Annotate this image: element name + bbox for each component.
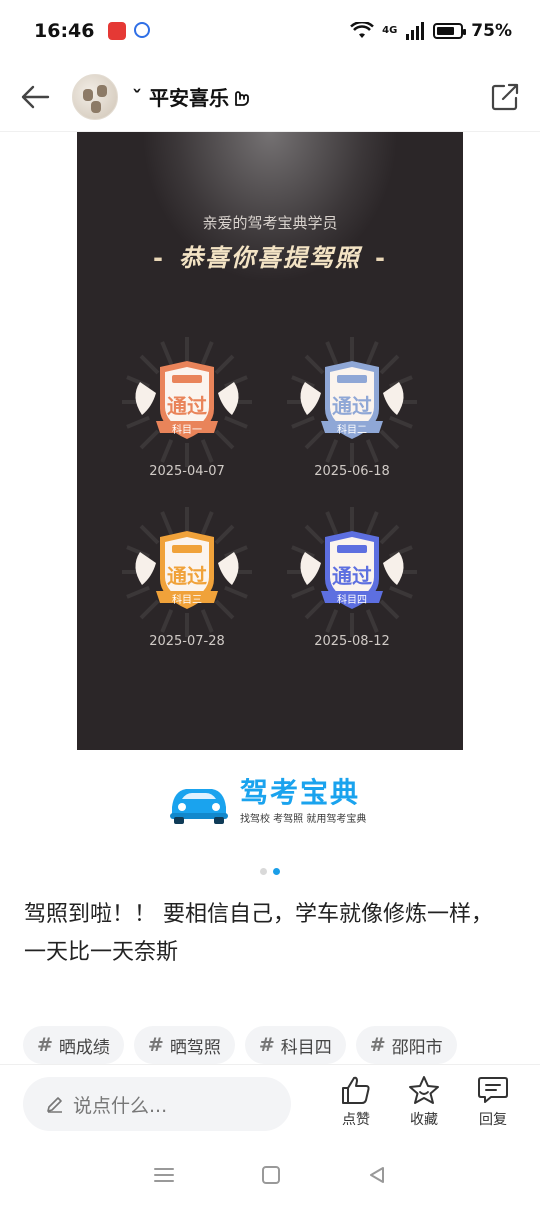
bottom-action-bar: 说点什么... 点赞 收藏 回复 — [0, 1064, 540, 1144]
back-nav-icon[interactable] — [367, 1165, 387, 1185]
like-button[interactable]: 点赞 — [331, 1075, 381, 1129]
badge-subject-1: 通过 科目一 — [122, 337, 252, 467]
badge-date: 2025-08-12 — [314, 634, 390, 649]
status-bar: 16:46 4G 75% — [0, 0, 540, 62]
brand-logo: 驾考宝典 找驾校 考驾照 就用驾考宝典 — [166, 774, 386, 828]
post-header: ˇ 平安喜乐 — [0, 62, 540, 132]
thumbs-up-icon — [342, 1076, 370, 1104]
arrow-left-icon — [21, 85, 50, 108]
badge-subject-label: 科目三 — [172, 595, 202, 606]
brand-name: 驾考宝典 — [240, 775, 361, 809]
star-icon — [409, 1076, 439, 1104]
post-image[interactable]: 亲爱的驾考宝典学员 -恭喜你喜提驾照- 通过 科目一 2025-04-07 — [77, 132, 463, 750]
badge-date: 2025-04-07 — [149, 464, 225, 479]
like-label: 点赞 — [342, 1112, 370, 1128]
app-notification-icon — [108, 22, 127, 40]
favorite-button[interactable]: 收藏 — [399, 1075, 449, 1129]
battery-level — [437, 27, 454, 35]
brand-slogan: 找驾校 考驾照 就用驾考宝典 — [240, 813, 367, 825]
share-button[interactable] — [488, 80, 522, 114]
tag-label: 晒成绩 — [58, 1037, 110, 1058]
title-dash-right: - — [375, 244, 387, 272]
post-content: 驾照到啦！！ 要相信自己，学车就像修炼一样，一天比一天奈斯 — [24, 902, 493, 965]
tag-label: 晒驾照 — [169, 1037, 221, 1058]
hashtag-icon: # — [147, 1034, 164, 1056]
reply-label: 回复 — [479, 1112, 507, 1128]
wifi-icon — [350, 22, 374, 38]
title-dash-left: - — [153, 244, 165, 272]
back-button[interactable] — [18, 80, 52, 114]
badge-subject-4: 通过 科目四 — [287, 507, 417, 637]
share-external-icon — [491, 83, 519, 110]
status-indicators: 4G 75% — [350, 21, 512, 41]
carousel-dot[interactable] — [260, 868, 267, 875]
tag-list: # 晒成绩 # 晒驾照 # 科目四 # 邵阳市 — [23, 1026, 457, 1064]
hashtag-icon: # — [37, 1034, 53, 1056]
system-nav-bar — [0, 1144, 540, 1206]
comment-bubble-icon — [478, 1077, 508, 1103]
favorite-label: 收藏 — [410, 1112, 438, 1128]
badge-subject-2: 通过 科目二 — [287, 337, 417, 467]
hashtag-icon: # — [258, 1034, 275, 1056]
badge-subject-3: 通过 科目三 — [122, 507, 252, 637]
tag-label: 科目四 — [280, 1037, 332, 1058]
hand-emoji-icon — [235, 90, 249, 106]
author-name[interactable]: ˇ 平安喜乐 — [132, 82, 229, 111]
tag-label: 邵阳市 — [391, 1037, 443, 1058]
badge-pass-label: 通过 — [167, 394, 207, 418]
battery-percent: 75% — [471, 21, 512, 41]
carousel-dot-active[interactable] — [273, 868, 280, 875]
poster-subtitle: 亲爱的驾考宝典学员 — [202, 214, 338, 232]
comment-placeholder: 说点什么... — [73, 1094, 168, 1117]
badge-pass-label: 通过 — [332, 394, 372, 418]
badge-subject-label: 科目一 — [172, 425, 202, 436]
menu-icon[interactable] — [153, 1165, 175, 1185]
carousel-indicator — [260, 868, 280, 875]
network-type: 4G — [382, 25, 398, 36]
topic-tag[interactable]: # 科目四 — [244, 1026, 346, 1064]
comment-input[interactable]: 说点什么... — [23, 1077, 291, 1131]
signal-icon — [406, 22, 425, 40]
status-notification-icons — [108, 22, 151, 40]
poster-title-text: 恭喜你喜提驾照 — [179, 244, 361, 272]
home-icon[interactable] — [261, 1165, 281, 1185]
battery-icon — [433, 23, 467, 39]
topic-tag[interactable]: # 晒成绩 — [23, 1026, 124, 1064]
car-logo-icon — [170, 789, 228, 824]
poster-title: - 恭喜你喜提驾照 - — [77, 238, 463, 273]
topic-tag[interactable]: # 晒驾照 — [133, 1026, 235, 1064]
badge-subject-label: 科目二 — [337, 425, 367, 436]
badge-pass-label: 通过 — [167, 564, 207, 588]
pencil-icon — [47, 1097, 62, 1113]
baidu-notification-icon — [134, 22, 151, 38]
hashtag-icon: # — [369, 1034, 386, 1056]
author-avatar[interactable] — [72, 73, 118, 120]
badge-date: 2025-06-18 — [314, 464, 390, 479]
badge-date: 2025-07-28 — [149, 634, 225, 649]
reply-button[interactable]: 回复 — [468, 1075, 518, 1129]
status-time: 16:46 — [34, 20, 95, 42]
badge-pass-label: 通过 — [332, 564, 372, 588]
topic-tag[interactable]: # 邵阳市 — [355, 1026, 457, 1064]
badge-subject-label: 科目四 — [337, 595, 367, 606]
